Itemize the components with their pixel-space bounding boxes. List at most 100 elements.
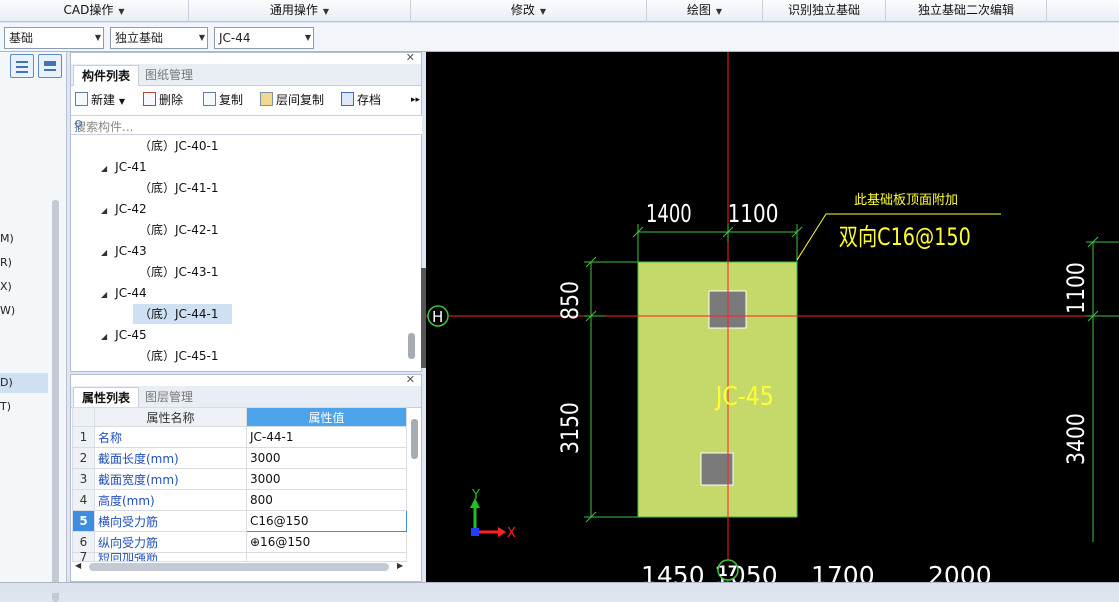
grid-view-button[interactable] [38, 54, 62, 78]
dim-top [632, 224, 803, 262]
tree-node-item[interactable]: （底）JC-42-1 [139, 220, 218, 240]
tree-node-label: JC-42 [115, 202, 147, 216]
nav-item[interactable]: X) [0, 280, 12, 293]
menu-modify[interactable]: 修改 ▼ [411, 0, 647, 22]
scroll-left-icon[interactable]: ◀ [75, 561, 81, 570]
tree-node-label: （底）JC-42-1 [139, 223, 219, 237]
type-select[interactable]: 独立基础 ▼ [110, 27, 208, 49]
menu-draw[interactable]: 绘图 ▼ [647, 0, 763, 22]
chevron-down-icon: ▼ [94, 33, 101, 42]
copy-icon [203, 92, 216, 106]
scrollbar[interactable] [52, 200, 59, 602]
property-name: 短向加强筋 [94, 552, 247, 562]
floor-copy-button[interactable]: 层间复制 [260, 91, 324, 109]
property-value[interactable]: 3000 [246, 447, 407, 469]
tree-node-group[interactable]: ◢ JC-43 [101, 241, 147, 261]
scroll-right-icon[interactable]: ▶ [397, 561, 403, 570]
menu-general-operations[interactable]: 通用操作 ▼ [189, 0, 411, 22]
property-value[interactable] [246, 552, 407, 562]
property-row[interactable]: 3 截面宽度(mm) 3000 [72, 468, 407, 490]
menu-bar: CAD操作 ▼ 通用操作 ▼ 修改 ▼ 绘图 ▼ 识别独立基础 独立基础二次编辑 [0, 0, 1119, 22]
property-row[interactable]: 5 横向受力筋 C16@150 [72, 510, 407, 532]
copy-button[interactable]: 复制 [203, 91, 243, 109]
tree-node-group[interactable]: ◢ JC-45 [101, 325, 147, 345]
nav-item[interactable]: M) [0, 232, 14, 245]
tab-property-list[interactable]: 属性列表 [73, 387, 140, 408]
property-value[interactable]: 800 [246, 489, 407, 511]
expand-arrow-icon[interactable]: ◢ [101, 332, 107, 341]
nav-item[interactable]: W) [0, 304, 15, 317]
chevron-down-icon: ▼ [539, 7, 547, 16]
search-input[interactable]: 搜索构件... ⚲ [71, 115, 422, 135]
delete-button[interactable]: 删除 [143, 91, 183, 109]
component-tabs: 构件列表 图纸管理 [71, 64, 421, 86]
property-value[interactable]: ⊕16@150 [246, 531, 407, 553]
menu-footing-secondary-edit[interactable]: 独立基础二次编辑 [886, 0, 1047, 22]
horizontal-scrollbar[interactable] [89, 563, 389, 571]
status-bar [0, 582, 1119, 593]
dim-left-top-text: 850 [556, 281, 584, 320]
tab-component-list[interactable]: 构件列表 [73, 65, 140, 86]
menu-cad-operations[interactable]: CAD操作 ▼ [0, 0, 189, 22]
scrollbar[interactable] [411, 419, 418, 459]
property-tabs: 属性列表 图层管理 [71, 386, 421, 408]
tab-layer-management[interactable]: 图层管理 [137, 387, 201, 408]
selector-toolbar: 基础 ▼ 独立基础 ▼ JC-44 ▼ [0, 23, 1119, 52]
component-select[interactable]: JC-44 ▼ [214, 27, 314, 49]
property-value[interactable]: 3000 [246, 468, 407, 490]
property-panel: ✕ 属性列表 图层管理 属性名称 属性值 1 名称 JC-44-1 2 截面长度(mm)… [70, 373, 422, 582]
tree-node-group[interactable]: ◢ JC-42 [101, 199, 147, 219]
property-value[interactable]: JC-44-1 [246, 426, 407, 448]
property-name: 截面宽度(mm) [94, 468, 247, 490]
dim-bottom-4: 2000 [928, 561, 992, 582]
tree-node-item[interactable]: （底）JC-44-1 [133, 304, 233, 324]
new-file-icon [75, 92, 88, 106]
tree-node-item[interactable]: （底）JC-43-1 [139, 262, 218, 282]
close-icon[interactable]: ✕ [406, 373, 415, 386]
more-icon[interactable]: ▸▸ [411, 91, 420, 109]
expand-arrow-icon[interactable]: ◢ [101, 248, 107, 257]
dim-left-bottom-text: 3150 [556, 402, 584, 454]
expand-arrow-icon[interactable]: ◢ [101, 164, 107, 173]
scrollbar[interactable] [408, 333, 415, 359]
archive-icon [341, 92, 354, 106]
tree-node-item[interactable]: （底）JC-45-1 [139, 346, 218, 366]
menu-identify-footing[interactable]: 识别独立基础 [763, 0, 886, 22]
expand-arrow-icon[interactable]: ◢ [101, 206, 107, 215]
nav-item[interactable]: T) [0, 400, 11, 413]
category-select[interactable]: 基础 ▼ [4, 27, 104, 49]
row-number: 3 [72, 468, 95, 490]
tab-drawing-management[interactable]: 图纸管理 [137, 65, 201, 86]
property-row[interactable]: 1 名称 JC-44-1 [72, 426, 407, 448]
dim-bottom-1: 1450 [641, 561, 705, 582]
property-name: 高度(mm) [94, 489, 247, 511]
nav-item[interactable]: R) [0, 256, 12, 269]
tree-node-item[interactable]: （底）JC-40-1 [139, 136, 218, 156]
nav-item-selected[interactable]: D) [0, 373, 48, 393]
new-button[interactable]: 新建 ▼ [75, 91, 125, 109]
property-table: 属性名称 属性值 1 名称 JC-44-1 2 截面长度(mm) 3000 3 截面宽度(mm… [72, 407, 407, 563]
header-property-value: 属性值 [246, 407, 407, 427]
tree-node-group[interactable]: ◢ JC-41 [101, 157, 147, 177]
tree-node-item[interactable]: （底）JC-41-1 [139, 178, 218, 198]
expand-arrow-icon[interactable]: ◢ [101, 290, 107, 299]
property-value-editor[interactable]: C16@150 [246, 510, 407, 532]
tree-node-group[interactable]: ◢ JC-44 [101, 283, 147, 303]
chevron-down-icon: ▼ [198, 33, 205, 42]
tree-node-label: JC-41 [115, 160, 147, 174]
property-row[interactable]: 6 纵向受力筋 ⊕16@150 [72, 531, 407, 553]
note-line-1: 此基础板顶面附加 [854, 193, 958, 208]
tree-node-label: （底）JC-45-1 [139, 349, 219, 363]
row-number: 1 [72, 426, 95, 448]
property-row[interactable]: 2 截面长度(mm) 3000 [72, 447, 407, 469]
archive-button[interactable]: 存档 [341, 91, 381, 109]
dim-right-bottom-text: 3400 [1062, 413, 1090, 465]
close-icon[interactable]: ✕ [406, 51, 415, 64]
tree-node-label: （底）JC-40-1 [139, 139, 219, 153]
property-row[interactable]: 4 高度(mm) 800 [72, 489, 407, 511]
drawing-canvas[interactable]: 1400 1100 此基础板顶面附加 双向C16@150 850 3150 11… [426, 52, 1119, 582]
list-view-button[interactable] [10, 54, 34, 78]
cad-drawing[interactable]: 1400 1100 此基础板顶面附加 双向C16@150 850 3150 11… [426, 52, 1119, 582]
property-row[interactable]: 7 短向加强筋 [72, 551, 407, 563]
search-icon[interactable]: ⚲ [74, 118, 416, 132]
